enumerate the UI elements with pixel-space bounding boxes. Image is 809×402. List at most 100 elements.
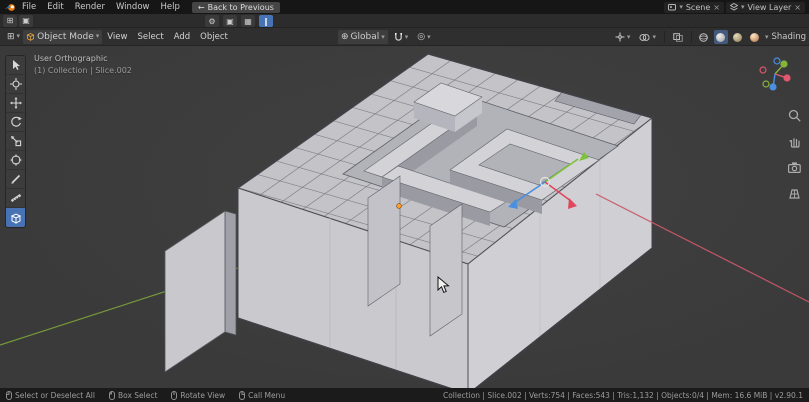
active-tool-button[interactable]: ▣ [19, 15, 33, 27]
viewport-canvas[interactable] [0, 46, 809, 388]
mode-label: Object Mode [37, 32, 94, 42]
menu-help[interactable]: Help [155, 0, 184, 14]
tool-scale[interactable] [6, 132, 25, 151]
tool-settings-editor-button[interactable]: ⊞ [3, 15, 17, 27]
scene-statistics: Collection | Slice.002 | Verts:754 | Fac… [443, 391, 803, 400]
menu-object[interactable]: Object [195, 28, 233, 46]
menu-select[interactable]: Select [132, 28, 168, 46]
align-toggle-button[interactable]: ‖ [259, 15, 273, 27]
menu-add[interactable]: Add [169, 28, 195, 46]
grid-options-button[interactable]: ▦ [241, 15, 255, 27]
move-icon [10, 97, 22, 109]
perspective-toggle-icon[interactable] [787, 186, 802, 201]
tool-measure[interactable] [6, 189, 25, 208]
tool-select-box[interactable] [6, 56, 25, 75]
proportional-editing-button[interactable]: ◎ ▾ [414, 30, 433, 44]
shading-rendered-button[interactable] [748, 30, 762, 44]
bars-icon: ‖ [264, 17, 268, 26]
rotate-icon [10, 116, 22, 128]
snap-settings-button[interactable]: ▣ [223, 15, 237, 27]
viewport-editor-icon: ⊞ [7, 32, 15, 42]
camera-view-icon[interactable] [787, 160, 802, 175]
mouse-left-drag-icon [109, 391, 115, 400]
mode-dropdown[interactable]: Object Mode ▾ [23, 30, 102, 44]
xray-toggle-button[interactable] [670, 30, 686, 44]
status-hint-label: Call Menu [248, 391, 285, 400]
chevron-down-icon: ▾ [652, 34, 656, 41]
status-hint-label: Rotate View [180, 391, 225, 400]
tool-rotate[interactable] [6, 113, 25, 132]
shading-material-button[interactable] [731, 30, 745, 44]
scale-icon [10, 135, 22, 147]
object-origin-dot [397, 204, 402, 209]
shading-wireframe-button[interactable] [697, 30, 711, 44]
mouse-middle-icon [171, 391, 177, 400]
unlink-view-layer-icon[interactable]: × [794, 3, 801, 12]
mouse-left-icon [6, 391, 12, 400]
editor-type-button[interactable]: ⊞ ▾ [4, 30, 23, 44]
chevron-down-icon: ▾ [427, 34, 431, 41]
blender-logo-icon[interactable] [4, 2, 16, 12]
axis-x-ball [783, 74, 790, 81]
overlays-button[interactable]: ▾ [636, 30, 659, 44]
gizmo-icon [615, 32, 625, 42]
material-sphere-icon [733, 33, 742, 42]
orientation-label: Global [351, 32, 380, 42]
chevron-down-icon: ▾ [17, 33, 21, 40]
tool-move[interactable] [6, 94, 25, 113]
mouse-right-icon [239, 391, 245, 400]
viewport-header: ⊞ ▾ Object Mode ▾ View Select Add Object… [0, 28, 809, 46]
toolbar [5, 55, 26, 228]
view-name-label: User Orthographic [34, 53, 132, 65]
viewport-controls [787, 108, 802, 201]
xray-icon [673, 33, 683, 42]
zoom-icon[interactable] [787, 108, 802, 123]
navigation-gizmo[interactable] [755, 54, 795, 94]
chevron-down-icon: ▾ [741, 4, 745, 11]
chevron-down-icon: ▾ [627, 34, 631, 41]
menu-render[interactable]: Render [70, 0, 110, 14]
view-layer-selector[interactable]: ▾ View Layer × [726, 2, 805, 13]
solid-sphere-icon [716, 33, 725, 42]
overlays-icon [639, 33, 650, 42]
grid-icon: ▦ [244, 17, 252, 26]
scene-name: Scene [686, 3, 710, 12]
show-gizmo-button[interactable]: ▾ [612, 30, 634, 44]
gear-icon: ⚙ [208, 17, 215, 26]
unlink-scene-icon[interactable]: × [713, 3, 720, 12]
tool-options-button[interactable]: ⚙ [205, 15, 219, 27]
axis-neg-x-ball [760, 67, 766, 73]
tool-cursor[interactable] [6, 75, 25, 94]
scene-icon [668, 3, 676, 11]
select-box-icon [10, 59, 22, 71]
back-to-previous-button[interactable]: ← Back to Previous [192, 2, 280, 13]
chevron-down-icon: ▾ [405, 34, 409, 41]
shading-popover-label[interactable]: Shading [771, 32, 806, 42]
pan-hand-icon[interactable] [787, 134, 802, 149]
status-hint-box-select: Box Select [109, 391, 157, 400]
tool-annotate[interactable] [6, 170, 25, 189]
transform-orientation-dropdown[interactable]: ⊕ Global ▾ [338, 30, 388, 44]
snap-toggle-button[interactable]: ▾ [391, 30, 412, 44]
editor-type-icon: ⊞ [7, 16, 14, 25]
tool-transform[interactable] [6, 151, 25, 170]
measure-icon [10, 192, 22, 204]
scene-selector[interactable]: ▾ Scene × [664, 2, 724, 13]
proportional-editing-icon: ◎ [417, 32, 425, 42]
menu-file[interactable]: File [17, 0, 41, 14]
globe-icon: ⊕ [341, 32, 349, 42]
tool-add-cube[interactable] [6, 208, 25, 227]
axis-y-ball [780, 60, 787, 67]
left-slice-slab [165, 211, 236, 372]
rendered-sphere-icon [750, 33, 759, 42]
menu-view[interactable]: View [102, 28, 132, 46]
3d-viewport[interactable]: User Orthographic (1) Collection | Slice… [0, 46, 809, 388]
chevron-down-icon: ▾ [765, 34, 769, 41]
status-hint-select: Select or Deselect All [6, 391, 95, 400]
chevron-down-icon: ▾ [381, 34, 385, 41]
cursor-icon [10, 78, 22, 90]
menu-window[interactable]: Window [111, 0, 155, 14]
menu-edit[interactable]: Edit [42, 0, 68, 14]
view-layer-icon [730, 3, 738, 11]
shading-solid-button[interactable] [714, 30, 728, 44]
